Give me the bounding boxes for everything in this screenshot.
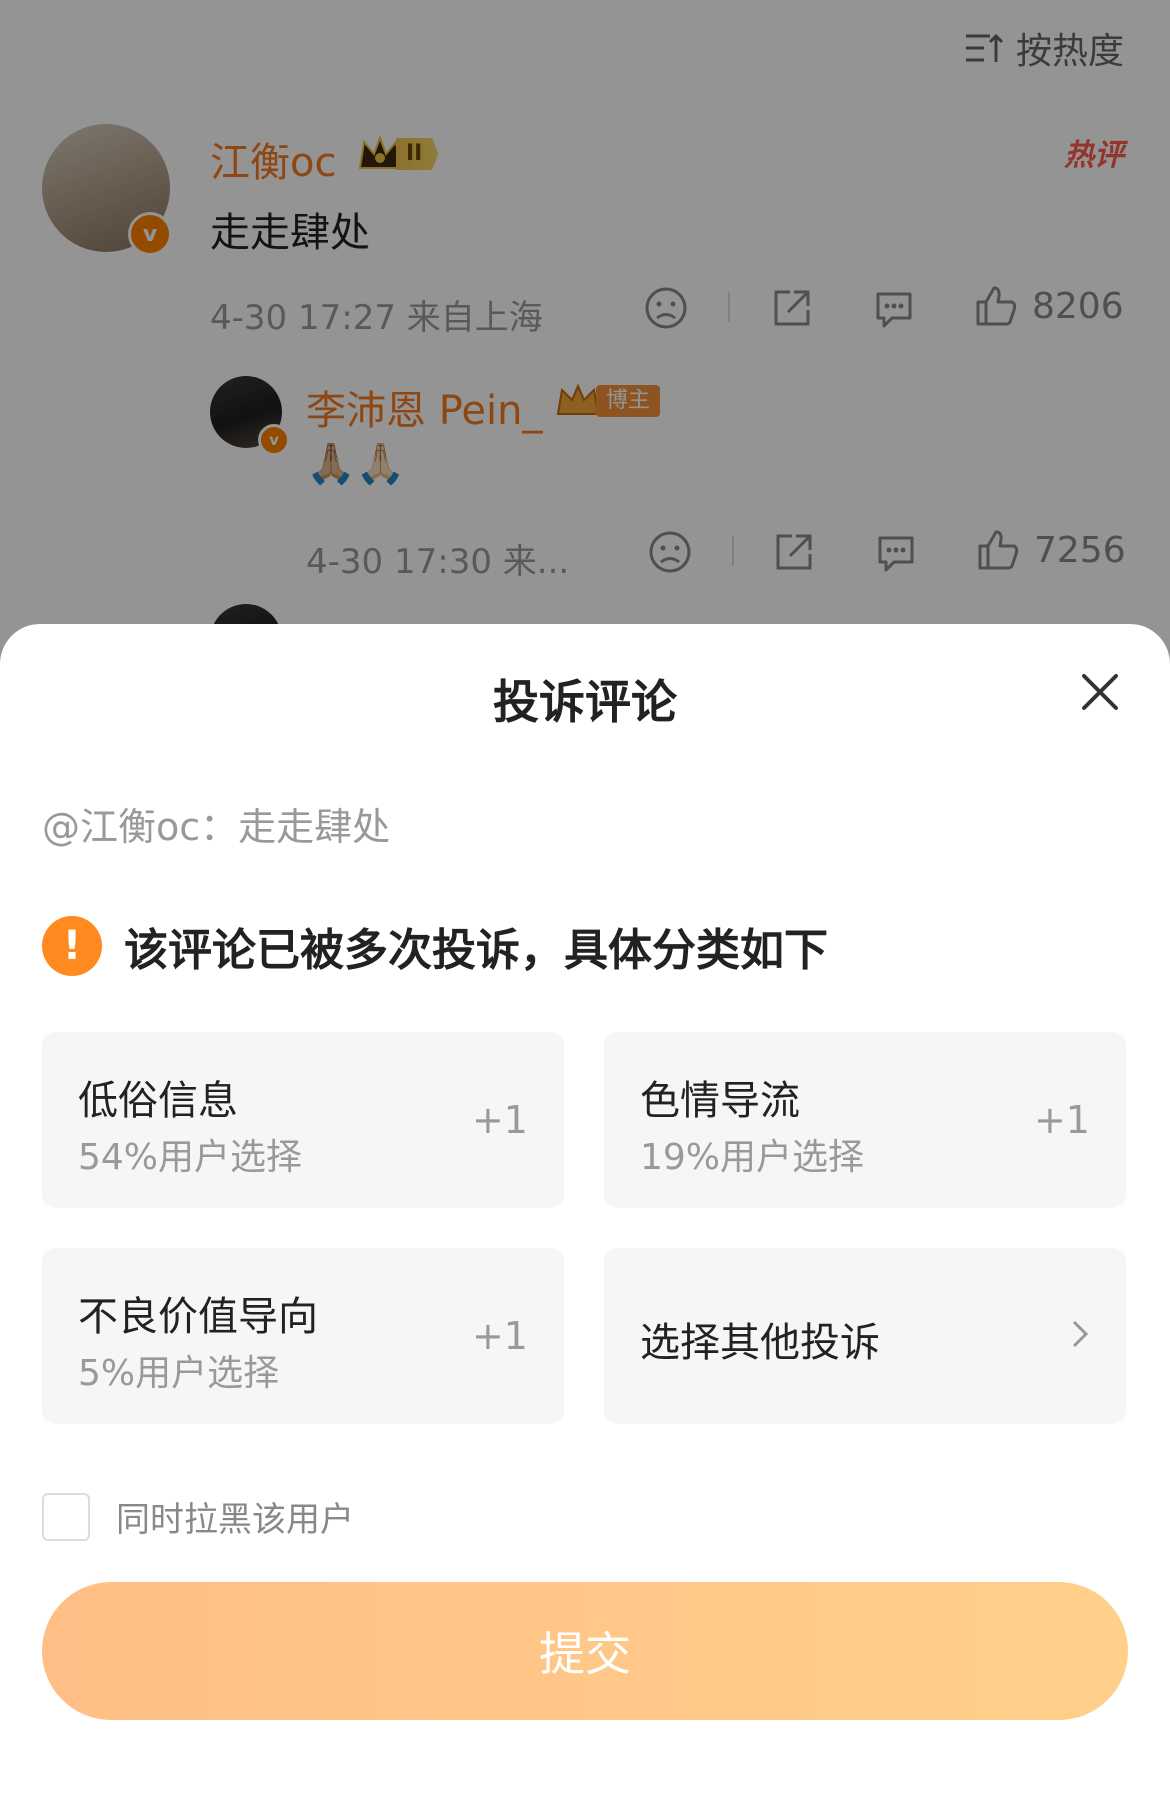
submit-button[interactable]: 提交 bbox=[42, 1582, 1128, 1720]
option-label: 低俗信息 bbox=[78, 1078, 238, 1124]
report-option-porn-diversion[interactable]: 色情导流 19%用户选择 +1 bbox=[604, 1032, 1126, 1208]
block-user-checkbox[interactable]: 同时拉黑该用户 bbox=[42, 1492, 354, 1541]
option-label: 选择其他投诉 bbox=[640, 1320, 880, 1366]
report-sheet: 投诉评论 @江衡oc：走走肆处 ! 该评论已被多次投诉，具体分类如下 低俗信息 … bbox=[0, 624, 1170, 1820]
chevron-right-icon bbox=[1072, 1320, 1089, 1348]
quoted-comment: @江衡oc：走走肆处 bbox=[42, 805, 391, 849]
option-plus-one: +1 bbox=[471, 1098, 528, 1142]
exclamation-icon: ! bbox=[42, 916, 102, 976]
option-plus-one: +1 bbox=[471, 1314, 528, 1358]
report-option-vulgar[interactable]: 低俗信息 54%用户选择 +1 bbox=[42, 1032, 564, 1208]
checkbox-box[interactable] bbox=[42, 1492, 90, 1541]
option-percent: 54%用户选择 bbox=[78, 1137, 303, 1178]
warning-notice: ! 该评论已被多次投诉，具体分类如下 bbox=[42, 914, 828, 978]
report-option-other[interactable]: 选择其他投诉 bbox=[604, 1248, 1126, 1424]
option-label: 色情导流 bbox=[640, 1078, 800, 1124]
sheet-title: 投诉评论 bbox=[493, 675, 677, 729]
warning-text: 该评论已被多次投诉，具体分类如下 bbox=[124, 925, 828, 976]
option-plus-one: +1 bbox=[1033, 1098, 1090, 1142]
close-icon[interactable] bbox=[1076, 668, 1124, 716]
checkbox-label: 同时拉黑该用户 bbox=[116, 1500, 354, 1540]
option-percent: 5%用户选择 bbox=[78, 1353, 280, 1394]
report-option-bad-values[interactable]: 不良价值导向 5%用户选择 +1 bbox=[42, 1248, 564, 1424]
option-percent: 19%用户选择 bbox=[640, 1137, 865, 1178]
option-label: 不良价值导向 bbox=[78, 1294, 318, 1340]
